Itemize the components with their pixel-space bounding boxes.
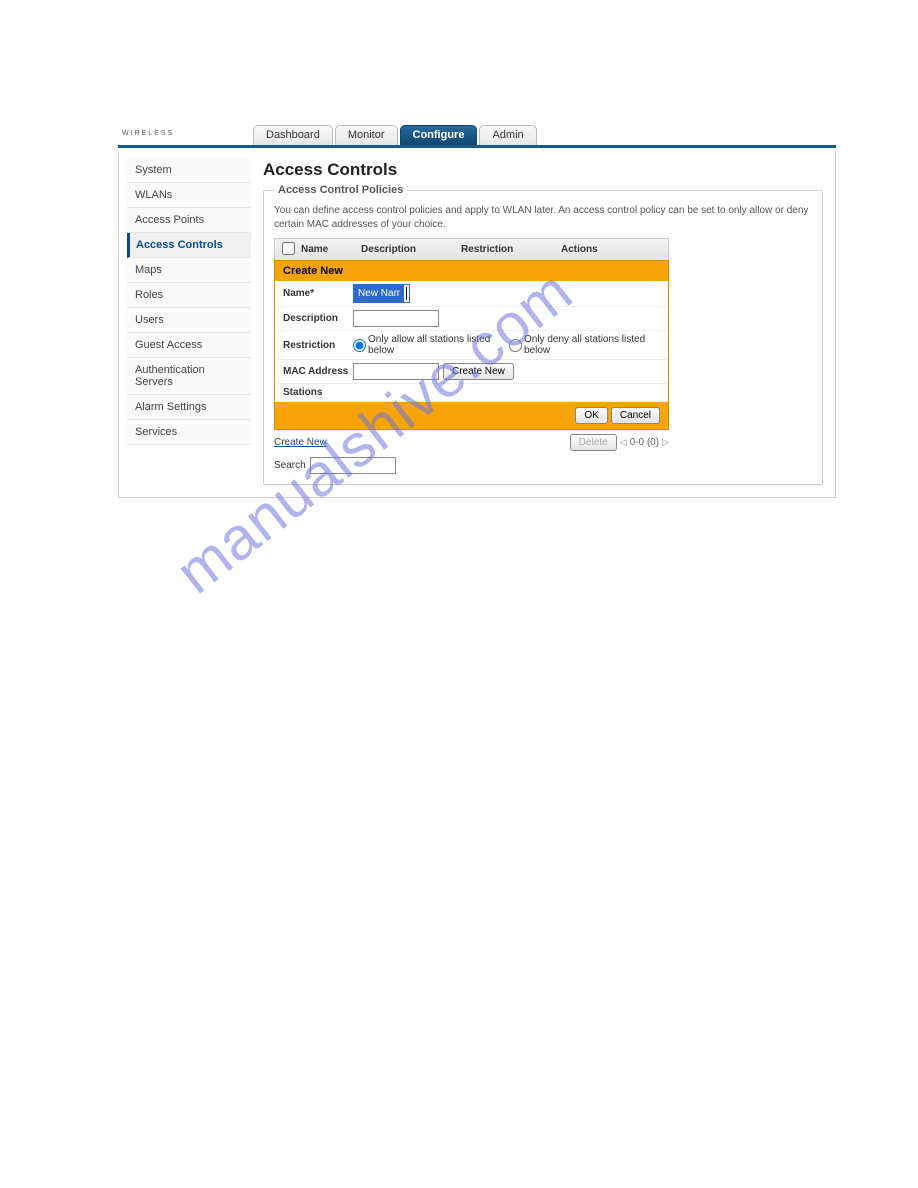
ok-button[interactable]: OK bbox=[575, 407, 607, 424]
fieldset-policies: Access Control Policies You can define a… bbox=[263, 184, 823, 485]
panel-footer: OK Cancel bbox=[275, 402, 668, 429]
tab-admin[interactable]: Admin bbox=[479, 125, 536, 145]
stations-label: Stations bbox=[283, 387, 353, 398]
fieldset-legend: Access Control Policies bbox=[274, 184, 407, 196]
sidebar-item-access-points[interactable]: Access Points bbox=[127, 208, 251, 233]
text-cursor-icon bbox=[406, 287, 407, 300]
sidebar-item-maps[interactable]: Maps bbox=[127, 258, 251, 283]
tab-configure[interactable]: Configure bbox=[400, 125, 478, 145]
sidebar-item-access-controls[interactable]: Access Controls bbox=[127, 233, 251, 258]
mac-create-new-button[interactable]: Create New bbox=[443, 363, 514, 380]
pager-next-icon[interactable]: ▷ bbox=[662, 437, 669, 448]
radio-deny[interactable]: Only deny all stations listed below bbox=[509, 334, 654, 356]
description-input[interactable] bbox=[353, 310, 439, 327]
radio-allow-label: Only allow all stations listed below bbox=[368, 334, 499, 356]
sidebar-item-wlans[interactable]: WLANs bbox=[127, 183, 251, 208]
policies-description: You can define access control policies a… bbox=[274, 204, 812, 232]
radio-deny-label: Only deny all stations listed below bbox=[524, 334, 654, 356]
sidebar-item-users[interactable]: Users bbox=[127, 308, 251, 333]
main-area: System WLANs Access Points Access Contro… bbox=[118, 152, 836, 498]
cancel-button[interactable]: Cancel bbox=[611, 407, 660, 424]
sidebar-item-auth-servers[interactable]: Authentication Servers bbox=[127, 358, 251, 395]
radio-allow[interactable]: Only allow all stations listed below bbox=[353, 334, 499, 356]
search-input[interactable] bbox=[310, 457, 396, 474]
sidebar-item-roles[interactable]: Roles bbox=[127, 283, 251, 308]
col-actions: Actions bbox=[561, 244, 668, 255]
content: Access Controls Access Control Policies … bbox=[251, 152, 835, 497]
page-title: Access Controls bbox=[263, 160, 823, 180]
description-label: Description bbox=[283, 313, 353, 324]
policy-table: Name Description Restriction Actions Cre… bbox=[274, 238, 669, 474]
create-new-link[interactable]: Create New bbox=[274, 437, 327, 448]
sidebar-item-alarm-settings[interactable]: Alarm Settings bbox=[127, 395, 251, 420]
grid-header: Name Description Restriction Actions bbox=[274, 238, 669, 260]
create-new-panel: Create New Name* Description bbox=[274, 260, 669, 430]
radio-deny-input[interactable] bbox=[509, 339, 522, 352]
sidebar-item-guest-access[interactable]: Guest Access bbox=[127, 333, 251, 358]
restriction-label: Restriction bbox=[283, 340, 353, 351]
sidebar: System WLANs Access Points Access Contro… bbox=[119, 152, 251, 497]
search-label: Search bbox=[274, 460, 306, 471]
radio-allow-input[interactable] bbox=[353, 339, 366, 352]
col-restriction: Restriction bbox=[461, 244, 561, 255]
select-all-checkbox[interactable] bbox=[282, 242, 295, 255]
tab-monitor[interactable]: Monitor bbox=[335, 125, 398, 145]
pager-prev-icon[interactable]: ◁ bbox=[620, 437, 627, 448]
mac-label: MAC Address bbox=[283, 366, 353, 377]
search-row: Search bbox=[274, 457, 669, 474]
name-input[interactable] bbox=[354, 285, 404, 302]
below-row: Create New Delete ◁ 0-0 (0) ▷ bbox=[274, 434, 669, 451]
logo-subtext: WIRELESS bbox=[122, 130, 174, 137]
header-row: WIRELESS Dashboard Monitor Configure Adm… bbox=[118, 118, 836, 148]
col-name: Name bbox=[301, 244, 361, 255]
mac-input[interactable] bbox=[353, 363, 439, 380]
col-description: Description bbox=[361, 244, 461, 255]
top-tabs: Dashboard Monitor Configure Admin bbox=[253, 125, 537, 145]
delete-button[interactable]: Delete bbox=[570, 434, 617, 451]
pager-text: 0-0 (0) bbox=[630, 437, 659, 448]
sidebar-item-services[interactable]: Services bbox=[127, 420, 251, 445]
tab-dashboard[interactable]: Dashboard bbox=[253, 125, 333, 145]
name-label: Name* bbox=[283, 288, 353, 299]
sidebar-item-system[interactable]: System bbox=[127, 158, 251, 183]
panel-title: Create New bbox=[275, 261, 668, 281]
